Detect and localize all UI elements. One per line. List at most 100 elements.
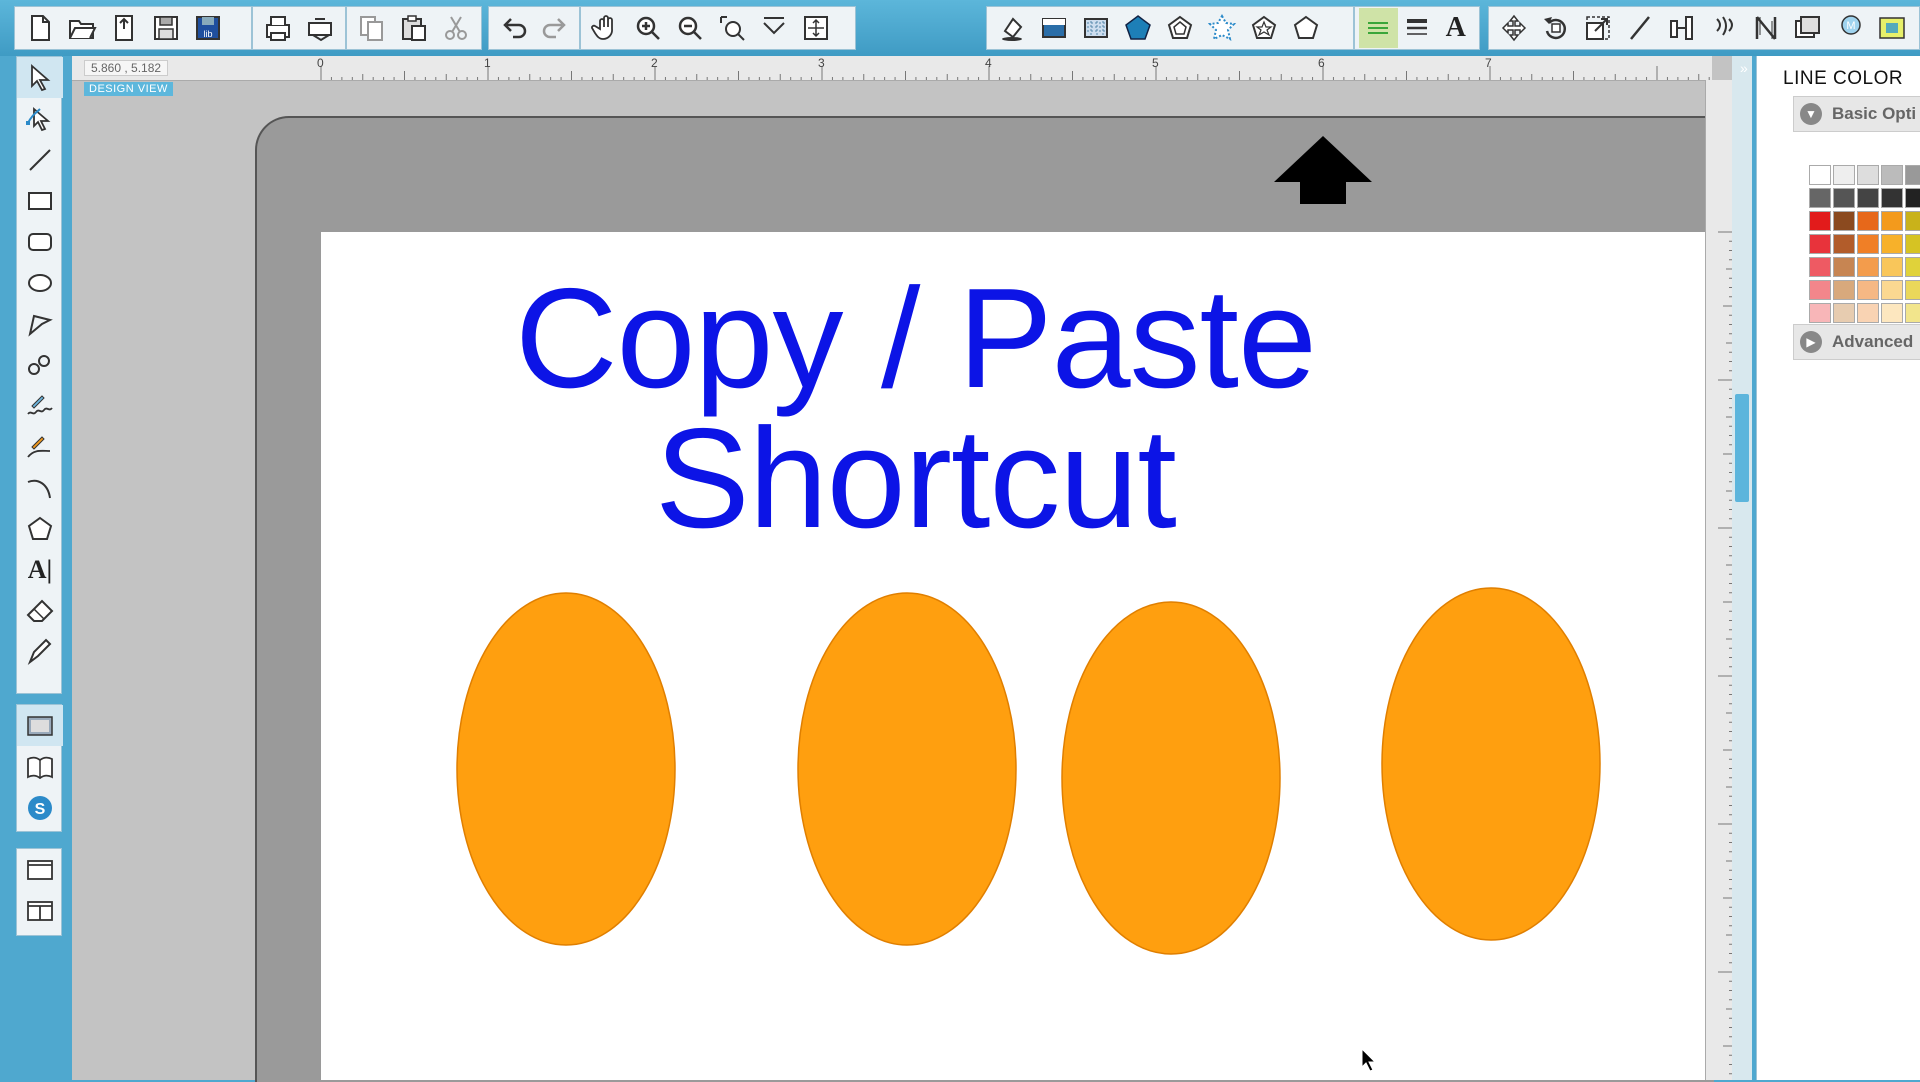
pentagon-shadow-icon[interactable] (1159, 8, 1201, 48)
color-swatch[interactable] (1809, 165, 1831, 185)
color-swatch[interactable] (1857, 211, 1879, 231)
select-tool-icon[interactable] (17, 57, 63, 98)
smooth-freehand-tool-icon[interactable] (17, 426, 63, 467)
color-swatch[interactable] (1857, 303, 1879, 323)
open-library-icon[interactable] (103, 8, 145, 48)
color-swatch[interactable] (1905, 234, 1920, 254)
color-swatch[interactable] (1833, 234, 1855, 254)
color-swatch[interactable] (1881, 257, 1903, 277)
color-swatch[interactable] (1881, 165, 1903, 185)
freehand-tool-icon[interactable] (17, 385, 63, 426)
color-swatch[interactable] (1881, 211, 1903, 231)
color-swatch[interactable] (1809, 257, 1831, 277)
ellipse-tool-icon[interactable] (17, 262, 63, 303)
text-tool-icon[interactable]: A| (17, 549, 63, 590)
line-color-icon[interactable] (1359, 8, 1398, 48)
rectangle-tool-icon[interactable] (17, 180, 63, 221)
new-file-icon[interactable] (19, 8, 61, 48)
single-window-icon[interactable] (17, 849, 63, 890)
color-swatch[interactable] (1809, 211, 1831, 231)
redo-icon[interactable] (534, 8, 575, 48)
color-swatch[interactable] (1857, 188, 1879, 208)
color-swatch[interactable] (1833, 188, 1855, 208)
orange-ellipse-4[interactable] (1381, 587, 1601, 941)
color-swatch[interactable] (1809, 234, 1831, 254)
rotate-icon[interactable] (1535, 8, 1577, 48)
save-to-library-icon[interactable]: lib (187, 8, 229, 48)
print-cut-icon[interactable] (299, 8, 341, 48)
color-swatch[interactable] (1905, 188, 1920, 208)
replicate-icon[interactable] (1703, 8, 1745, 48)
split-window-icon[interactable] (17, 890, 63, 931)
color-swatch[interactable] (1833, 280, 1855, 300)
panel-collapse-icon[interactable]: » (1740, 60, 1748, 76)
color-swatch[interactable] (1857, 234, 1879, 254)
color-swatch[interactable] (1809, 303, 1831, 323)
color-swatch[interactable] (1905, 211, 1920, 231)
print-icon[interactable] (257, 8, 299, 48)
pentagon-fill-icon[interactable] (1117, 8, 1159, 48)
knife-tool-icon[interactable] (17, 631, 63, 672)
align-icon[interactable] (1661, 8, 1703, 48)
color-swatch[interactable] (1857, 280, 1879, 300)
dotted-shape-icon[interactable] (1201, 8, 1243, 48)
orange-ellipse-2[interactable] (797, 592, 1017, 946)
save-icon[interactable] (145, 8, 187, 48)
move-icon[interactable] (1493, 8, 1535, 48)
color-swatch[interactable] (1881, 234, 1903, 254)
orange-ellipse-1[interactable] (456, 592, 676, 946)
title-line-2[interactable]: Shortcut (655, 408, 1177, 550)
vertical-scrollbar[interactable] (1732, 56, 1752, 1080)
zoom-in-icon[interactable] (627, 8, 669, 48)
fill-color-icon[interactable] (991, 8, 1033, 48)
advanced-section[interactable]: ▶ Advanced (1793, 324, 1920, 360)
color-swatch[interactable] (1905, 165, 1920, 185)
offset-icon[interactable] (1745, 8, 1787, 48)
undo-icon[interactable] (493, 8, 534, 48)
shear-icon[interactable] (1619, 8, 1661, 48)
zoom-selection-icon[interactable] (711, 8, 753, 48)
color-swatch[interactable] (1833, 303, 1855, 323)
arc-tool-icon[interactable] (17, 467, 63, 508)
media-page[interactable]: Copy / Paste Shortcut (321, 232, 1712, 1080)
cut-icon[interactable] (435, 8, 477, 48)
edit-points-tool-icon[interactable] (17, 98, 63, 139)
design-canvas[interactable]: 0 1 2 3 4 5 6 7 5.860 , 5.182 DESIGN VIE… (72, 56, 1732, 1082)
basic-options-section[interactable]: ▼ Basic Opti (1793, 96, 1920, 132)
color-swatch[interactable] (1905, 257, 1920, 277)
gradient-fill-icon[interactable] (1033, 8, 1075, 48)
color-swatch[interactable] (1833, 165, 1855, 185)
color-swatch[interactable] (1857, 257, 1879, 277)
line-style-icon[interactable] (1398, 8, 1437, 48)
polygon-tool-icon[interactable] (17, 303, 63, 344)
title-line-1[interactable]: Copy / Paste (515, 268, 1317, 410)
store-icon[interactable] (1871, 8, 1913, 48)
star-pentagon-icon[interactable] (1243, 8, 1285, 48)
pattern-fill-icon[interactable] (1075, 8, 1117, 48)
color-swatch[interactable] (1809, 188, 1831, 208)
color-swatch[interactable] (1833, 211, 1855, 231)
open-file-icon[interactable] (61, 8, 103, 48)
copy-icon[interactable] (351, 8, 393, 48)
color-swatch[interactable] (1881, 303, 1903, 323)
library-view-icon[interactable] (17, 746, 63, 787)
color-swatch[interactable] (1809, 280, 1831, 300)
pentagon-outline-icon[interactable] (1285, 8, 1327, 48)
color-swatch[interactable] (1881, 188, 1903, 208)
orange-ellipse-3[interactable] (1061, 601, 1281, 955)
curve-tool-icon[interactable] (17, 344, 63, 385)
rounded-rectangle-tool-icon[interactable] (17, 221, 63, 262)
trace-icon[interactable] (1787, 8, 1829, 48)
zoom-fit-icon[interactable] (753, 8, 795, 48)
pan-icon[interactable] (585, 8, 627, 48)
zoom-out-icon[interactable] (669, 8, 711, 48)
color-swatch[interactable] (1833, 257, 1855, 277)
color-swatch[interactable] (1905, 280, 1920, 300)
paste-icon[interactable] (393, 8, 435, 48)
text-style-icon[interactable]: A (1436, 8, 1475, 48)
design-view-icon[interactable] (17, 705, 63, 746)
library-icon[interactable]: M (1829, 8, 1871, 48)
silhouette-store-icon[interactable]: S (17, 787, 63, 828)
color-swatch[interactable] (1881, 280, 1903, 300)
scale-icon[interactable] (1577, 8, 1619, 48)
